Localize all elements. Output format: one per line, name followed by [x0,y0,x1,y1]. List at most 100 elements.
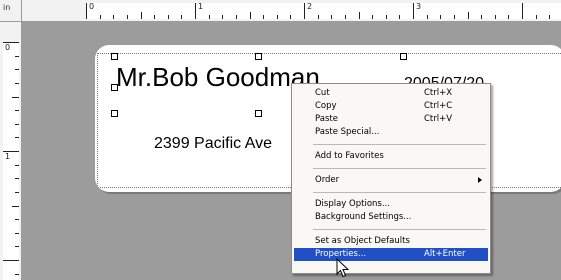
ruler-tick [140,12,142,19]
ruler-tick [15,69,19,71]
menu-item-label: Background Settings... [315,212,412,222]
ruler-tick [440,15,442,19]
menu-item-label: Paste Special... [315,127,380,137]
ruler-tick [99,15,101,19]
ruler-tick [12,96,19,98]
menu-item-label: Paste [315,114,338,124]
ruler-number: 1 [5,152,11,161]
ruler-tick [358,12,360,19]
ruler-number: 1 [198,2,204,11]
ruler-tick [549,15,551,19]
menu-item-display-options[interactable]: Display Options... [294,198,488,211]
ruler-tick [290,15,292,19]
address-text-left: 2399 Pacific Ave [154,135,273,152]
ruler-tick [86,3,87,19]
ruler-tick [15,123,19,125]
menu-item-label: Order [315,175,340,185]
ruler-tick [399,15,401,19]
menu-item-set-as-object-defaults[interactable]: Set as Object Defaults [294,235,488,248]
mouse-pointer-icon [336,258,350,278]
ruler-tick [453,15,455,19]
ruler-tick [15,178,19,180]
ruler-tick [413,3,414,19]
menu-item-shortcut: Ctrl+C [424,101,453,111]
menu-item-properties[interactable]: Properties... Alt+Enter [294,248,488,261]
ruler-tick [222,15,224,19]
ruler-tick [317,15,319,19]
ruler-tick [467,12,469,19]
horizontal-ruler: 0 1 2 3 [22,0,561,22]
vertical-ruler-page-area [3,42,19,280]
menu-separator [313,168,486,169]
menu-separator [313,144,486,145]
menu-separator [313,192,486,193]
ruler-tick [426,15,428,19]
ruler-tick [195,3,196,19]
ruler-tick [113,15,115,19]
horizontal-ruler-page-area [86,3,561,19]
menu-item-background-settings[interactable]: Background Settings... [294,211,488,224]
ruler-tick [181,15,183,19]
ruler-tick [522,3,523,19]
selection-handle-middle-left[interactable] [111,84,118,91]
ruler-tick [15,55,19,57]
ruler-tick [15,137,19,139]
menu-item-shortcut: Ctrl+X [424,88,453,98]
menu-item-order[interactable]: Order [294,174,488,187]
ruler-tick [15,164,19,166]
menu-item-add-to-favorites[interactable]: Add to Favorites [294,150,488,163]
menu-item-label: Add to Favorites [315,151,384,161]
selection-handle-top-right[interactable] [400,53,407,60]
ruler-tick [3,260,19,261]
vertical-ruler: 0 1 [0,22,22,280]
ruler-tick [167,15,169,19]
ruler-tick [15,232,19,234]
ruler-tick [15,219,19,221]
ruler-tick [154,15,156,19]
ruler-tick [535,15,537,19]
ruler-tick [15,246,19,248]
ruler-tick [481,15,483,19]
ruler-number: 0 [89,2,95,11]
ruler-tick [372,15,374,19]
ruler-number: 2 [307,2,313,11]
menu-item-paste[interactable]: Paste Ctrl+V [294,113,488,126]
ruler-unit-corner: in [0,0,22,22]
ruler-tick [508,15,510,19]
selection-handle-top-center[interactable] [255,53,262,60]
ruler-tick [494,15,496,19]
ruler-number: 3 [416,2,422,11]
menu-separator [313,229,486,230]
ruler-tick [12,205,19,207]
ruler-tick [15,191,19,193]
ruler-tick [15,82,19,84]
ruler-tick [249,12,251,19]
ruler-tick [385,15,387,19]
context-menu: Cut Ctrl+X Copy Ctrl+C Paste Ctrl+V Paste Spec… [291,83,491,274]
menu-item-paste-special[interactable]: Paste Special... [294,126,488,139]
selection-handle-top-left[interactable] [111,53,118,60]
menu-item-label: Cut [315,88,330,98]
ruler-tick [235,15,237,19]
menu-item-cut[interactable]: Cut Ctrl+X [294,87,488,100]
selection-handle-bottom-center[interactable] [255,110,262,117]
ruler-tick [331,15,333,19]
ruler-tick [126,15,128,19]
name-text-object[interactable]: Mr.Bob Goodman [116,62,320,92]
ruler-tick [208,15,210,19]
menu-item-label: Display Options... [315,199,390,209]
submenu-arrow-icon [478,177,482,183]
menu-item-label: Set as Object Defaults [315,236,410,246]
ruler-tick [15,273,19,275]
selection-handle-bottom-left[interactable] [111,110,118,117]
ruler-tick [344,15,346,19]
ruler-tick [304,3,305,19]
menu-item-shortcut: Alt+Enter [424,249,466,259]
menu-item-shortcut: Ctrl+V [424,114,453,124]
menu-item-label: Copy [315,101,337,111]
menu-item-copy[interactable]: Copy Ctrl+C [294,100,488,113]
ruler-number: 0 [5,43,11,52]
ruler-tick [263,15,265,19]
ruler-tick [276,15,278,19]
ruler-tick [15,110,19,112]
